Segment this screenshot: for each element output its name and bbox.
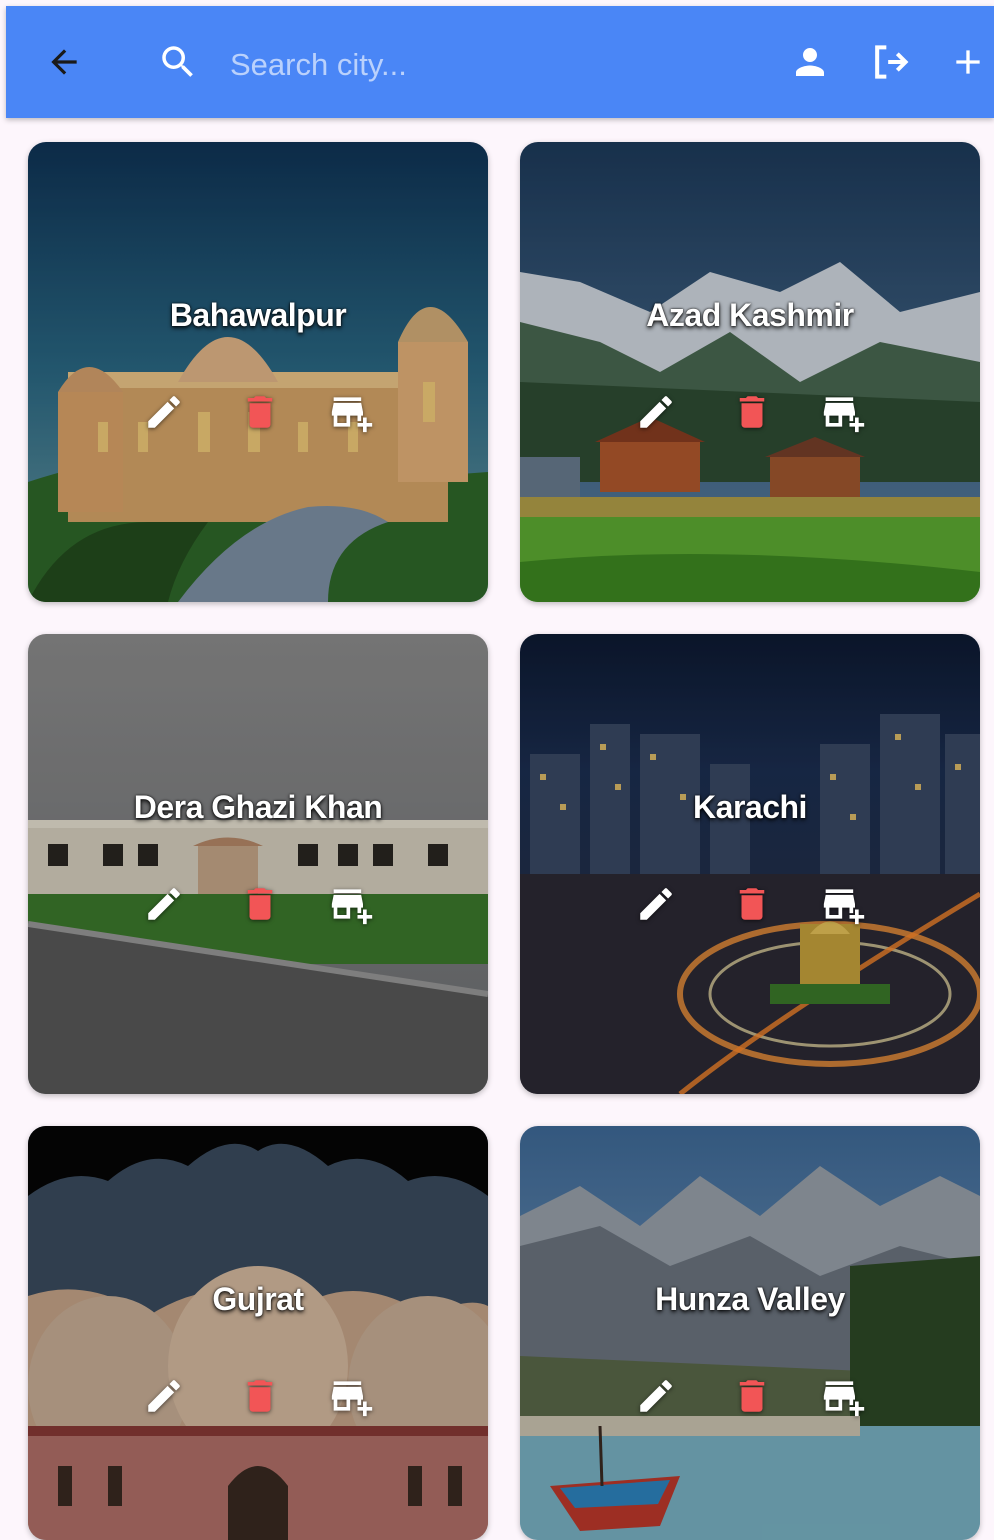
image-overlay (520, 142, 980, 602)
delete-button[interactable] (238, 390, 282, 434)
edit-icon (640, 396, 672, 428)
image-overlay (520, 1126, 980, 1540)
delete-icon (739, 888, 765, 920)
delete-icon (247, 1380, 273, 1412)
delete-button[interactable] (730, 1374, 774, 1418)
edit-button[interactable] (634, 1374, 678, 1418)
city-name: Karachi (693, 789, 807, 825)
delete-icon (247, 396, 273, 428)
delete-button[interactable] (238, 1374, 282, 1418)
delete-icon (739, 1380, 765, 1412)
city-card[interactable]: Bahawalpur (28, 142, 488, 602)
city-grid: Bahawalpur Azad Kashmir Dera Ghazi Khan … (0, 0, 994, 1540)
delete-button[interactable] (730, 390, 774, 434)
add-business-icon (331, 397, 373, 433)
city-card[interactable]: Gujrat (28, 1126, 488, 1540)
add-business-icon (331, 889, 373, 925)
add-business-button[interactable] (330, 390, 374, 434)
image-overlay (28, 1126, 488, 1540)
add-business-button[interactable] (330, 882, 374, 926)
edit-icon (148, 1380, 180, 1412)
edit-button[interactable] (142, 882, 186, 926)
delete-button[interactable] (238, 882, 282, 926)
add-business-icon (823, 889, 865, 925)
city-name: Hunza Valley (655, 1281, 845, 1317)
edit-button[interactable] (142, 1374, 186, 1418)
edit-button[interactable] (634, 390, 678, 434)
edit-button[interactable] (142, 390, 186, 434)
add-business-icon (823, 397, 865, 433)
image-overlay (28, 634, 488, 1094)
edit-icon (148, 396, 180, 428)
image-overlay (28, 142, 488, 602)
city-name: Bahawalpur (169, 297, 347, 333)
city-name: Gujrat (212, 1281, 304, 1317)
edit-icon (640, 1380, 672, 1412)
add-business-button[interactable] (822, 882, 866, 926)
delete-icon (247, 888, 273, 920)
add-business-icon (331, 1381, 373, 1417)
add-business-button[interactable] (822, 390, 866, 434)
add-business-button[interactable] (822, 1374, 866, 1418)
delete-icon (739, 396, 765, 428)
edit-icon (148, 888, 180, 920)
city-card[interactable]: Azad Kashmir (520, 142, 980, 602)
city-card[interactable]: Hunza Valley (520, 1126, 980, 1540)
city-card[interactable]: Dera Ghazi Khan (28, 634, 488, 1094)
edit-icon (640, 888, 672, 920)
city-card[interactable]: Karachi (520, 634, 980, 1094)
add-business-button[interactable] (330, 1374, 374, 1418)
add-business-icon (823, 1381, 865, 1417)
edit-button[interactable] (634, 882, 678, 926)
delete-button[interactable] (730, 882, 774, 926)
city-name: Dera Ghazi Khan (133, 789, 383, 825)
image-overlay (520, 634, 980, 1094)
city-name: Azad Kashmir (646, 297, 854, 333)
